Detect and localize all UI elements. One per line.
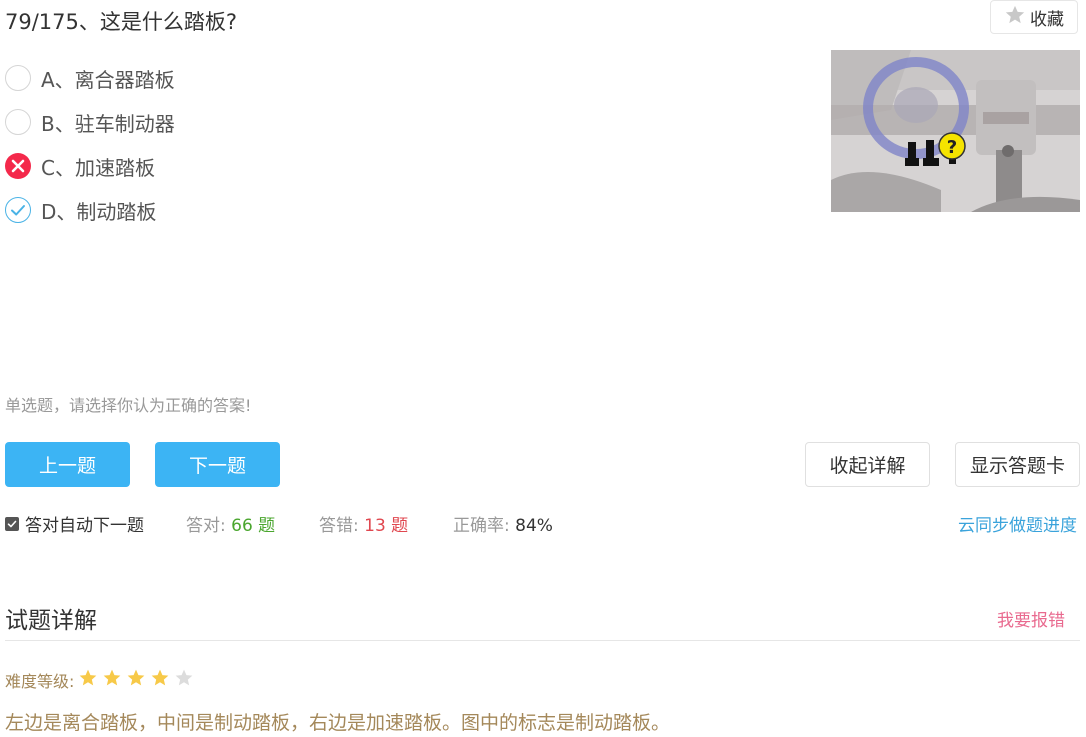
question-type-hint: 单选题，请选择你认为正确的答案! (5, 396, 252, 415)
explanation-heading: 试题详解 (5, 608, 97, 634)
check-icon (5, 197, 31, 223)
pedal-illustration: ? (831, 50, 1080, 212)
difficulty-label: 难度等级: (5, 672, 75, 691)
star-icon (174, 668, 194, 692)
accuracy: 正确率: 84% (453, 511, 553, 536)
accuracy-value: 84% (515, 516, 553, 536)
favorite-label: 收藏 (1030, 9, 1064, 30)
option-a[interactable]: A、离合器踏板 (5, 63, 175, 93)
star-rating (78, 668, 194, 692)
wrong-count: 答错: 13 题 (319, 511, 408, 536)
radio-icon (5, 65, 31, 91)
wrong-count-label: 答错: (319, 516, 359, 536)
difficulty-rating: 难度等级: (5, 668, 194, 692)
favorite-button[interactable]: 收藏 (990, 0, 1078, 34)
star-icon (78, 668, 98, 692)
radio-icon (5, 109, 31, 135)
prev-question-button[interactable]: 上一题 (5, 442, 130, 487)
divider (5, 640, 1080, 641)
option-b[interactable]: B、驻车制动器 (5, 107, 175, 137)
explanation-text: 左边是离合踏板，中间是制动踏板，右边是加速踏板。图中的标志是制动踏板。 (5, 712, 671, 734)
option-a-label: A、离合器踏板 (41, 67, 175, 92)
star-icon (150, 668, 170, 692)
option-c-label: C、加速踏板 (41, 155, 155, 180)
option-c[interactable]: C、加速踏板 (5, 151, 155, 181)
checkbox-checked-icon[interactable] (5, 516, 19, 531)
correct-count-value: 66 题 (231, 516, 276, 536)
accuracy-label: 正确率: (453, 516, 510, 536)
option-d-label: D、制动踏板 (41, 199, 157, 224)
report-error-link[interactable]: 我要报错 (997, 606, 1065, 631)
auto-next-label: 答对自动下一题 (25, 516, 144, 536)
star-icon (126, 668, 146, 692)
option-b-label: B、驻车制动器 (41, 111, 175, 136)
next-question-button[interactable]: 下一题 (155, 442, 280, 487)
star-icon (1004, 4, 1026, 31)
question-title: 79/175、这是什么踏板? (5, 10, 238, 34)
question-mark-icon: ? (947, 137, 957, 158)
star-icon (102, 668, 122, 692)
auto-next-toggle[interactable]: 答对自动下一题 (5, 511, 144, 536)
wrong-count-value: 13 题 (364, 516, 409, 536)
correct-count-label: 答对: (186, 516, 226, 536)
option-d[interactable]: D、制动踏板 (5, 195, 156, 225)
answer-card-button[interactable]: 显示答题卡 (955, 442, 1080, 487)
correct-count: 答对: 66 题 (186, 511, 275, 536)
close-icon (5, 153, 31, 179)
sync-progress-link[interactable]: 云同步做题进度 (958, 511, 1077, 536)
collapse-explanation-button[interactable]: 收起详解 (805, 442, 930, 487)
